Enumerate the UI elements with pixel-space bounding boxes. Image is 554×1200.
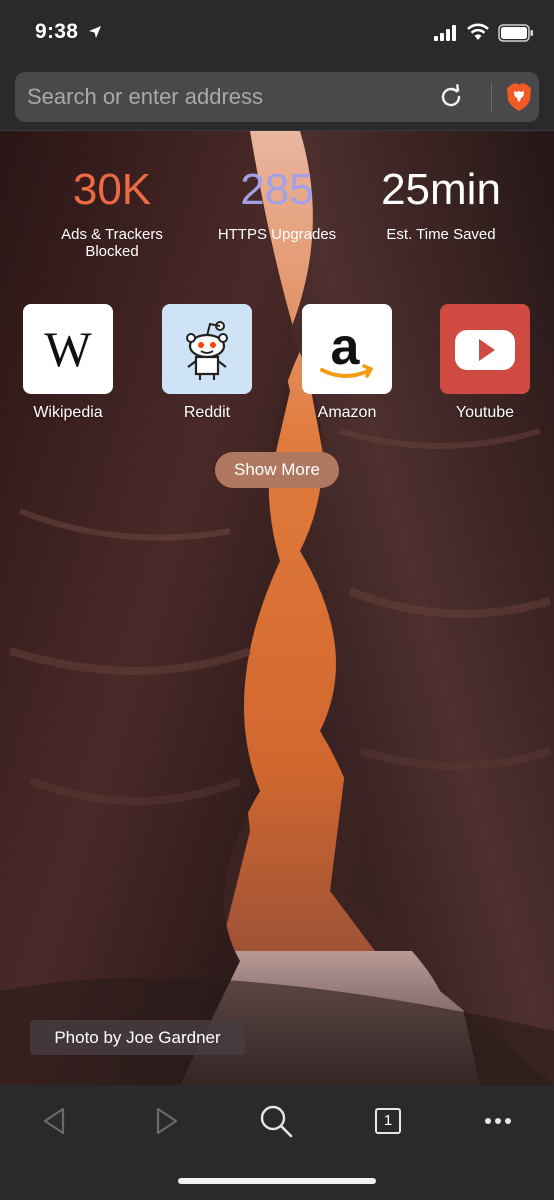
menu-button[interactable] <box>476 1099 520 1143</box>
favorite-amazon[interactable]: a Amazon <box>302 304 392 422</box>
reddit-icon[interactable] <box>162 304 252 394</box>
stat-ads-value: 30K <box>72 165 152 214</box>
top-toolbar <box>0 64 554 131</box>
background-photo <box>0 131 554 1085</box>
favorite-reddit[interactable]: Reddit <box>162 304 252 422</box>
svg-text:a: a <box>331 318 361 376</box>
svg-text:W: W <box>44 321 92 377</box>
stat-ads-label: Ads & Trackers Blocked <box>61 226 163 260</box>
location-arrow-icon <box>89 26 101 38</box>
tabs-button[interactable]: 1 <box>365 1099 409 1143</box>
favorite-label: Reddit <box>183 404 231 421</box>
favorite-youtube[interactable]: Youtube <box>440 304 530 422</box>
stat-https-upgrades: 285 HTTPS Upgrades <box>206 160 348 243</box>
favorite-label: Youtube <box>455 404 515 421</box>
stat-https-value: 285 <box>240 165 314 214</box>
favorite-label: Amazon <box>317 404 377 421</box>
forward-button[interactable] <box>144 1099 188 1143</box>
canyon-illustration <box>0 131 554 1085</box>
url-bar[interactable] <box>15 72 539 122</box>
stat-ads-trackers: 30K Ads & Trackers Blocked <box>40 160 184 260</box>
search-button[interactable] <box>254 1099 298 1143</box>
stat-time-saved: 25min Est. Time Saved <box>362 160 520 243</box>
home-indicator[interactable] <box>178 1178 376 1184</box>
status-time: 9:38 <box>35 20 79 43</box>
forward-arrow-icon <box>156 1107 178 1135</box>
cellular-signal-icon <box>434 25 456 41</box>
youtube-icon[interactable] <box>440 304 530 394</box>
tab-count-badge: 1 <box>375 1108 401 1134</box>
wifi-icon <box>467 23 489 40</box>
stat-time-value: 25min <box>381 165 501 214</box>
stat-time-label: Est. Time Saved <box>386 226 496 243</box>
search-icon <box>260 1105 293 1138</box>
more-options-icon <box>485 1118 511 1124</box>
photo-credit[interactable]: Photo by Joe Gardner <box>30 1020 245 1055</box>
show-more-button[interactable]: Show More <box>215 452 339 488</box>
reload-icon[interactable] <box>437 83 465 111</box>
search-address-input[interactable] <box>27 72 427 122</box>
stat-https-label: HTTPS Upgrades <box>217 226 337 243</box>
url-bar-divider <box>491 82 492 112</box>
battery-icon <box>498 24 533 42</box>
amazon-icon[interactable]: a <box>302 304 392 394</box>
wikipedia-icon[interactable]: W <box>23 304 113 394</box>
favorite-wikipedia[interactable]: W Wikipedia <box>23 304 113 422</box>
status-bar: 9:38 <box>0 0 554 64</box>
back-arrow-icon <box>43 1107 65 1135</box>
favorite-label: Wikipedia <box>33 404 103 421</box>
brave-shields-icon[interactable] <box>505 82 533 112</box>
back-button[interactable] <box>33 1099 77 1143</box>
